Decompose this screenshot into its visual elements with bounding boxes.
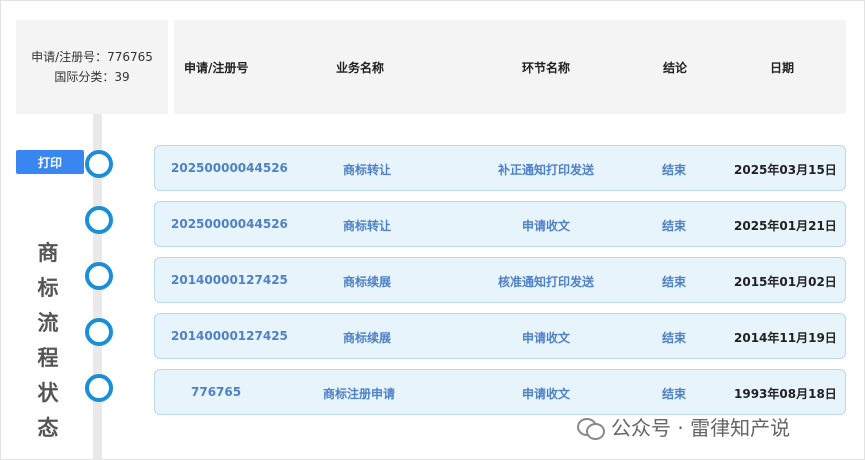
side-title-char: 程	[37, 346, 59, 370]
cell-reg-no[interactable]: 20140000127425	[171, 329, 288, 343]
cell-stage: 申请收文	[522, 387, 571, 401]
cell-business: 商标转让	[343, 219, 392, 233]
table-row: 20140000127425 商标续展 申请收文 结束 2014年11月19日	[154, 313, 846, 359]
side-title-char: 商	[37, 241, 59, 265]
cell-date: 1993年08月18日	[734, 387, 837, 401]
timeline-node	[85, 374, 113, 402]
side-title-char: 标	[37, 276, 59, 300]
cell-stage: 申请收文	[522, 331, 571, 345]
table-row: 20250000044526 商标转让 申请收文 结束 2025年01月21日	[154, 201, 846, 247]
cell-date: 2025年03月15日	[734, 163, 837, 177]
timeline-node	[85, 318, 113, 346]
cell-reg-no[interactable]: 20250000044526	[171, 217, 288, 231]
cell-date: 2014年11月19日	[734, 331, 837, 345]
watermark: 公众号 · 雷律知产说	[577, 412, 790, 441]
cell-reg-no[interactable]: 776765	[191, 385, 241, 399]
header-business: 业务名称	[336, 61, 385, 75]
cell-date: 2015年01月02日	[734, 275, 837, 289]
cell-business: 商标续展	[343, 331, 392, 345]
print-button[interactable]: 打印	[16, 150, 84, 174]
class-label: 国际分类：39	[54, 70, 130, 84]
header-date: 日期	[770, 61, 795, 75]
cell-result: 结束	[662, 275, 687, 289]
timeline-node	[85, 150, 113, 178]
cell-result: 结束	[662, 387, 687, 401]
trademark-info-box: 申请/注册号：776765 国际分类：39	[16, 20, 168, 114]
cell-result: 结束	[662, 163, 687, 177]
cell-business: 商标续展	[343, 275, 392, 289]
cell-business: 商标注册申请	[323, 387, 396, 401]
cell-result: 结束	[662, 331, 687, 345]
watermark-text: 公众号 · 雷律知产说	[611, 416, 791, 440]
table-row: 776765 商标注册申请 申请收文 结束 1993年08月18日	[154, 369, 846, 415]
wechat-icon	[577, 416, 605, 440]
table-row: 20140000127425 商标续展 核准通知打印发送 结束 2015年01月…	[154, 257, 846, 303]
cell-stage: 申请收文	[522, 219, 571, 233]
table-header: 申请/注册号 业务名称 环节名称 结论 日期	[174, 20, 846, 114]
header-reg-no: 申请/注册号	[184, 61, 249, 75]
header-result: 结论	[663, 61, 688, 75]
timeline-node	[85, 262, 113, 290]
cell-business: 商标转让	[343, 163, 392, 177]
side-title: 商 标 流 程 状 态	[36, 236, 60, 446]
cell-date: 2025年01月21日	[734, 219, 837, 233]
cell-reg-no[interactable]: 20250000044526	[171, 161, 288, 175]
cell-stage: 补正通知打印发送	[498, 163, 595, 177]
cell-reg-no[interactable]: 20140000127425	[171, 273, 288, 287]
cell-result: 结束	[662, 219, 687, 233]
side-title-char: 状	[37, 381, 59, 405]
reg-no-label: 申请/注册号：776765	[31, 50, 153, 64]
cell-stage: 核准通知打印发送	[498, 275, 595, 289]
side-title-char: 流	[37, 311, 59, 335]
timeline-node	[85, 206, 113, 234]
header-stage: 环节名称	[522, 61, 571, 75]
side-title-char: 态	[37, 416, 59, 440]
table-row: 20250000044526 商标转让 补正通知打印发送 结束 2025年03月…	[154, 145, 846, 191]
